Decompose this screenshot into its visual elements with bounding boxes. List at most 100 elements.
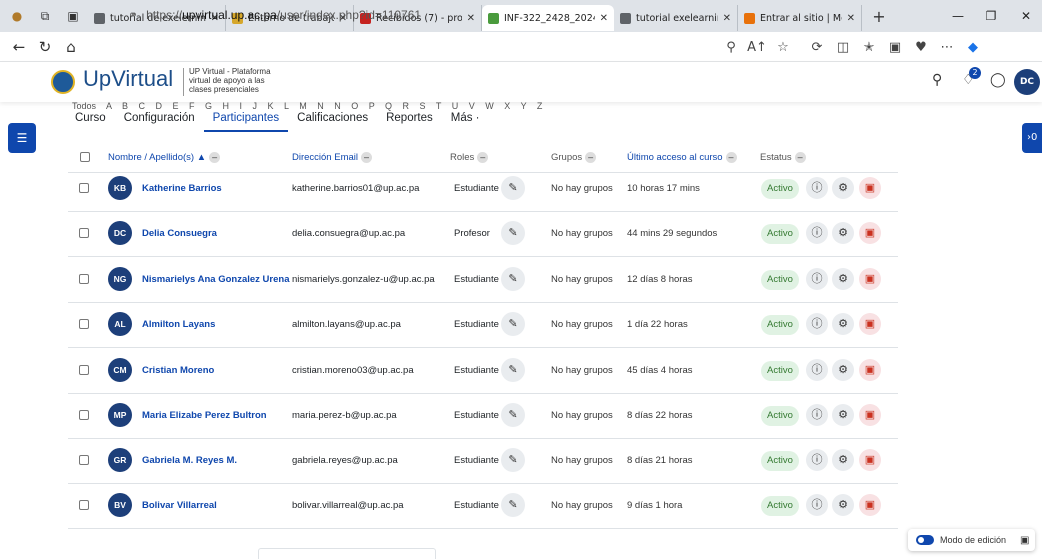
enrolment-info-icon[interactable]: ⓘ [806, 268, 828, 290]
search-icon[interactable]: ⚲ [932, 72, 942, 88]
close-window-icon[interactable]: ✕ [1008, 0, 1042, 32]
select-all-checkbox[interactable] [80, 152, 90, 162]
participant-avatar[interactable]: DC [108, 221, 132, 245]
course-nav-item[interactable]: Calificaciones [288, 108, 377, 132]
enrolment-settings-gear-icon[interactable]: ⚙ [832, 313, 854, 335]
col-last-access[interactable]: Último acceso al curso – [627, 152, 737, 163]
edit-role-pencil-icon[interactable]: ✎ [501, 221, 525, 245]
participant-name[interactable]: Delia Consuegra [142, 228, 217, 239]
row-checkbox[interactable] [79, 228, 89, 238]
edit-role-pencil-icon[interactable]: ✎ [501, 493, 525, 517]
messages-icon[interactable]: ◯ [990, 72, 1006, 88]
block-drawer-button[interactable]: ›0 [1022, 123, 1042, 153]
enrolment-settings-gear-icon[interactable]: ⚙ [832, 404, 854, 426]
participant-name[interactable]: Bolivar Villarreal [142, 500, 217, 511]
edit-role-pencil-icon[interactable]: ✎ [501, 176, 525, 200]
edit-mode-settings-icon[interactable]: ▣ [1020, 535, 1029, 546]
enrolment-settings-gear-icon[interactable]: ⚙ [832, 268, 854, 290]
unenrol-trash-icon[interactable]: ▣ [859, 449, 881, 471]
collapse-groups-icon[interactable]: – [585, 152, 597, 163]
participant-avatar[interactable]: BV [108, 493, 132, 517]
user-avatar[interactable]: DC [1014, 69, 1040, 95]
row-checkbox[interactable] [79, 455, 89, 465]
participant-name[interactable]: Gabriela M. Reyes M. [142, 455, 237, 466]
home-icon[interactable]: ⌂ [58, 38, 84, 56]
split-screen-icon[interactable]: ◫ [830, 40, 856, 55]
participant-avatar[interactable]: GR [108, 448, 132, 472]
collapse-email-icon[interactable]: – [361, 152, 372, 163]
participant-avatar[interactable]: NG [108, 267, 132, 291]
edit-mode-switch[interactable] [916, 535, 934, 545]
url-field[interactable]: ⚭ https://upvirtual.up.ac.pa/user/index.… [128, 4, 778, 26]
participant-name[interactable]: Maria Elizabe Perez Bultron [142, 410, 267, 421]
zoom-icon[interactable]: ⚲ [718, 40, 744, 55]
enrolment-settings-gear-icon[interactable]: ⚙ [832, 359, 854, 381]
col-name[interactable]: Nombre / Apellido(s) ▲ – [108, 152, 221, 163]
col-email[interactable]: Dirección Email – [292, 152, 372, 163]
enrolment-info-icon[interactable]: ⓘ [806, 449, 828, 471]
unenrol-trash-icon[interactable]: ▣ [859, 404, 881, 426]
performance-icon[interactable]: ♥ [908, 40, 934, 55]
tab-close-icon[interactable]: ✕ [847, 13, 855, 24]
collapse-name-icon[interactable]: – [209, 152, 221, 163]
course-nav-item[interactable]: Curso [66, 108, 115, 132]
participant-avatar[interactable]: CM [108, 358, 132, 382]
unenrol-trash-icon[interactable]: ▣ [859, 222, 881, 244]
course-nav-item[interactable]: Participantes [203, 108, 289, 132]
participant-avatar[interactable]: AL [108, 312, 132, 336]
participant-name[interactable]: Almilton Layans [142, 319, 215, 330]
extensions-icon[interactable]: ⟳ [804, 40, 830, 55]
copilot-icon[interactable]: ◆ [960, 40, 986, 55]
edit-role-pencil-icon[interactable]: ✎ [501, 358, 525, 382]
edit-role-pencil-icon[interactable]: ✎ [501, 312, 525, 336]
unenrol-trash-icon[interactable]: ▣ [859, 359, 881, 381]
profile-icon[interactable]: ● [6, 5, 28, 27]
workspaces-icon[interactable]: ⧉ [34, 5, 56, 27]
unenrol-trash-icon[interactable]: ▣ [859, 268, 881, 290]
participant-name[interactable]: Nismarielys Ana Gonzalez Urena [142, 274, 289, 285]
row-checkbox[interactable] [79, 274, 89, 284]
course-nav-item[interactable]: Configuración [115, 108, 204, 132]
back-icon[interactable]: ← [6, 38, 32, 56]
edit-mode-toggle[interactable]: Modo de edición ▣ [908, 529, 1035, 551]
enrolment-info-icon[interactable]: ⓘ [806, 222, 828, 244]
course-nav-item[interactable]: Reportes [377, 108, 442, 132]
row-checkbox[interactable] [79, 365, 89, 375]
row-checkbox[interactable] [79, 319, 89, 329]
read-aloud-icon[interactable]: A↑ [744, 40, 770, 55]
participant-name[interactable]: Cristian Moreno [142, 365, 214, 376]
enrolment-settings-gear-icon[interactable]: ⚙ [832, 222, 854, 244]
more-icon[interactable]: ⋯ [934, 40, 960, 55]
enrolment-info-icon[interactable]: ⓘ [806, 177, 828, 199]
course-nav-item[interactable]: Más · [442, 108, 489, 132]
edit-role-pencil-icon[interactable]: ✎ [501, 403, 525, 427]
unenrol-trash-icon[interactable]: ▣ [859, 313, 881, 335]
row-checkbox[interactable] [79, 500, 89, 510]
participant-avatar[interactable]: MP [108, 403, 132, 427]
participant-avatar[interactable]: KB [108, 176, 132, 200]
participant-name[interactable]: Katherine Barrios [142, 183, 222, 194]
minimize-icon[interactable]: — [940, 0, 976, 32]
site-logo[interactable]: UpVirtual [83, 66, 173, 92]
enrolment-settings-gear-icon[interactable]: ⚙ [832, 177, 854, 199]
course-index-drawer-button[interactable]: ☰ [8, 123, 36, 153]
favorite-icon[interactable]: ☆ [770, 40, 796, 55]
collections-icon[interactable]: ▣ [882, 40, 908, 55]
collapse-status-icon[interactable]: – [794, 152, 806, 163]
collapse-last-access-icon[interactable]: – [725, 152, 737, 163]
edit-role-pencil-icon[interactable]: ✎ [501, 267, 525, 291]
tab-actions-icon[interactable]: ▣ [62, 5, 84, 27]
edit-role-pencil-icon[interactable]: ✎ [501, 448, 525, 472]
enrolment-info-icon[interactable]: ⓘ [806, 359, 828, 381]
enrolment-info-icon[interactable]: ⓘ [806, 494, 828, 516]
restore-icon[interactable]: ❐ [973, 0, 1009, 32]
enrolment-settings-gear-icon[interactable]: ⚙ [832, 494, 854, 516]
collapse-roles-icon[interactable]: – [477, 152, 489, 163]
row-checkbox[interactable] [79, 183, 89, 193]
unenrol-trash-icon[interactable]: ▣ [859, 177, 881, 199]
favorites-list-icon[interactable]: ✭ [856, 40, 882, 55]
row-checkbox[interactable] [79, 410, 89, 420]
new-tab-icon[interactable]: + [868, 5, 890, 27]
enrolment-info-icon[interactable]: ⓘ [806, 313, 828, 335]
unenrol-trash-icon[interactable]: ▣ [859, 494, 881, 516]
